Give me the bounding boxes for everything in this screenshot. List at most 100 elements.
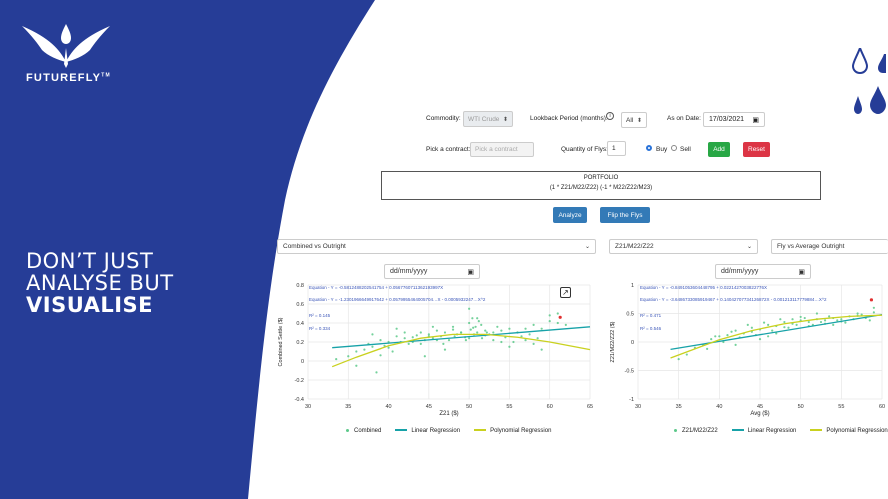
reset-button[interactable]: Reset <box>743 142 770 157</box>
scatter-point <box>423 355 426 358</box>
scatter-point <box>548 314 551 317</box>
scatter-point <box>726 334 729 337</box>
scatter-point <box>746 323 749 326</box>
y-axis-label: Combined Settle ($) <box>278 317 284 366</box>
current-point-marker <box>558 315 562 319</box>
scatter-point <box>355 364 358 367</box>
scatter-point <box>435 329 439 332</box>
legend-item-poly[interactable]: Polynomial Regression <box>474 428 551 434</box>
scatter-point <box>363 348 366 351</box>
info-icon[interactable]: i <box>606 112 614 120</box>
radio-on-icon[interactable] <box>646 145 652 152</box>
scatter-point <box>431 325 434 328</box>
scatter-point <box>419 331 422 334</box>
y-tick-label: 0 <box>631 340 634 346</box>
radio-off-icon[interactable] <box>671 145 677 152</box>
scatter-point <box>840 318 843 321</box>
right-r2-1: R² = 0.471 <box>640 313 662 318</box>
legend-item-linear[interactable]: Linear Regression <box>731 428 797 434</box>
scatter-point <box>447 339 451 342</box>
right-equation-1: Equation - Y = -0.8491053604448795 + 0.0… <box>640 285 767 290</box>
calendar-icon[interactable]: ▣ <box>752 116 759 124</box>
x-tick-label: 45 <box>757 404 763 410</box>
left-r2-1: R² = 0.145 <box>309 313 331 318</box>
analyze-button[interactable]: Analyze <box>553 207 587 223</box>
commodity-label: Commodity: <box>426 115 461 122</box>
x-tick-label: 55 <box>838 404 844 410</box>
portfolio-title: PORTFOLIO <box>583 175 619 181</box>
linear-regression-line <box>670 313 883 351</box>
scatter-point <box>758 338 762 341</box>
scatter-point <box>823 319 827 322</box>
scatter-point <box>762 321 766 324</box>
scatter-point <box>411 336 414 339</box>
buy-radio[interactable] <box>646 145 652 152</box>
scatter-point <box>403 331 406 334</box>
legend-item-fly[interactable]: Z21/M22/Z22 <box>674 428 718 434</box>
left-scatter-chart: -0.4 -0.2 0 0.2 0.4 0.6 0.8 30 35 40 45 50 55 60 65 Z21… <box>278 283 593 417</box>
left-chart-dropdown[interactable]: Combined vs Outright ⌄ <box>277 239 596 254</box>
y-tick-label: 0 <box>301 359 304 365</box>
legend-item-poly[interactable]: Polynomial Regression <box>810 428 888 434</box>
scatter-point <box>508 345 511 348</box>
chevron-down-icon: ⌄ <box>746 244 752 250</box>
scatter-point <box>783 320 786 324</box>
x-tick-label: 30 <box>305 404 311 410</box>
calendar-icon[interactable]: ▣ <box>467 268 474 276</box>
scatter-point <box>407 342 410 345</box>
x-tick-label: 50 <box>466 404 472 410</box>
scatter-point <box>459 331 463 334</box>
legend-line-icon <box>810 429 823 432</box>
y-tick-label: 0.5 <box>626 312 634 318</box>
x-tick-label: 40 <box>716 404 722 410</box>
flip-flys-button[interactable]: Flip the Flys <box>600 207 650 223</box>
contract-input[interactable]: Pick a contract <box>470 142 534 157</box>
scatter-point <box>787 326 790 329</box>
chevron-down-icon: ⌄ <box>584 244 590 250</box>
x-tick-label: 35 <box>345 404 351 410</box>
right-dropdown[interactable]: Fly vs Average Outright <box>771 239 888 254</box>
scatter-point <box>500 329 503 332</box>
contract-label: Pick a contract: <box>426 146 471 153</box>
drop-icon <box>878 54 886 73</box>
scatter-point <box>443 331 447 334</box>
scatter-point <box>856 312 859 315</box>
lookback-select[interactable]: All ⬍ <box>621 112 647 128</box>
sell-radio[interactable] <box>671 145 677 152</box>
as-on-date-input[interactable]: 17/03/2021 ▣ <box>703 112 765 127</box>
scatter-point <box>403 337 406 340</box>
scatter-point <box>468 337 471 340</box>
legend-item-combined[interactable]: Combined <box>346 428 381 434</box>
left-date-placeholder: dd/mm/yyyy <box>390 268 428 275</box>
scatter-point <box>799 315 802 319</box>
scatter-point <box>548 320 551 323</box>
commodity-value: WTI Crude <box>468 115 500 123</box>
left-date-input[interactable]: dd/mm/yyyy ▣ <box>384 264 480 279</box>
qty-value: 1 <box>612 145 616 152</box>
qty-input[interactable]: 1 <box>607 141 626 156</box>
middle-dropdown[interactable]: Z21/M22/Z22 ⌄ <box>609 239 758 254</box>
right-date-input[interactable]: dd/mm/yyyy ▣ <box>715 264 811 279</box>
expand-icon[interactable]: ↗ <box>560 287 571 298</box>
scatter-point <box>734 329 737 332</box>
legend-item-linear[interactable]: Linear Regression <box>395 428 460 434</box>
add-button[interactable]: Add <box>708 142 730 157</box>
left-equation-1: Equation - Y = -0.5812488202541754 + 0.0… <box>309 285 444 290</box>
x-tick-label: 65 <box>587 404 593 410</box>
calendar-icon[interactable]: ▣ <box>798 268 805 276</box>
linear-regression-line <box>332 326 591 349</box>
scatter-point <box>419 342 422 345</box>
legend-line-icon <box>395 429 408 432</box>
scatter-point <box>474 325 477 328</box>
scatter-point <box>371 345 374 348</box>
scatter-point <box>496 325 499 328</box>
legend-label: Linear Regression <box>747 428 797 434</box>
scatter-point <box>477 320 480 323</box>
scatter-point <box>512 340 515 344</box>
lookback-label: Lookback Period (months): <box>530 115 608 122</box>
commodity-select[interactable]: WTI Crude ⬍ <box>463 111 513 127</box>
scatter-point <box>718 335 721 338</box>
polynomial-regression-line <box>331 333 591 368</box>
contract-placeholder: Pick a contract <box>475 146 518 153</box>
scatter-point <box>415 334 418 337</box>
